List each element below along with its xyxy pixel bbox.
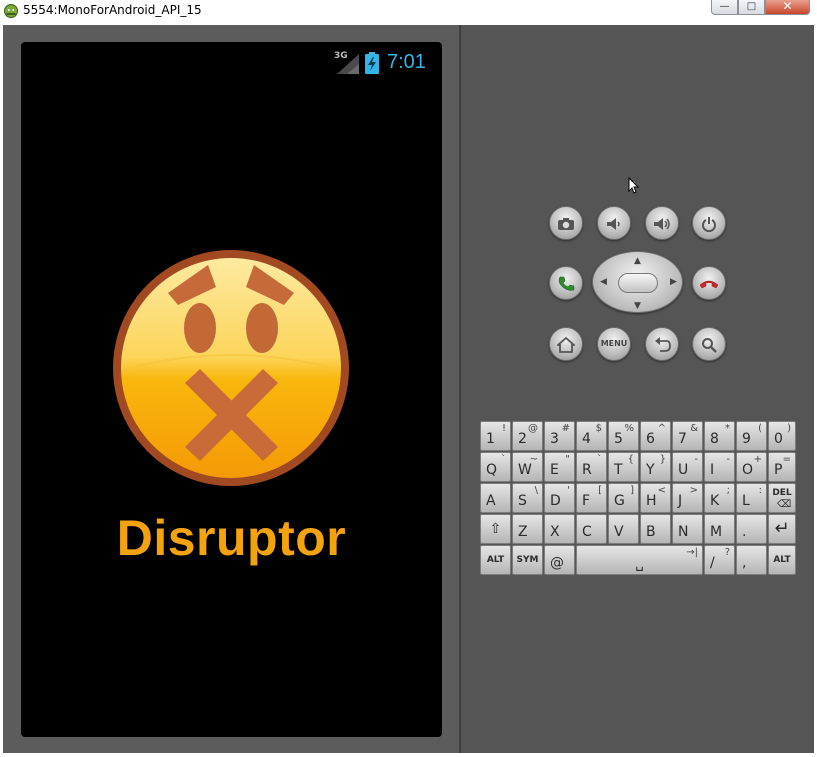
key-z[interactable]: Z	[512, 514, 543, 544]
dpad-down-icon[interactable]: ▼	[634, 301, 641, 311]
key-q[interactable]: Q `	[480, 452, 511, 482]
key-9[interactable]: 9(	[736, 421, 767, 451]
menu-button[interactable]: MENU	[597, 327, 631, 361]
key-period[interactable]: .	[736, 514, 767, 544]
key-t[interactable]: T{	[608, 452, 639, 482]
volume-up-icon	[654, 218, 670, 230]
key-a[interactable]: A	[480, 483, 511, 513]
key-e[interactable]: E "	[544, 452, 575, 482]
key-7[interactable]: 7 &	[672, 421, 703, 451]
android-emulator-icon	[4, 4, 18, 18]
window-title: 5554:MonoForAndroid_API_15	[23, 3, 202, 17]
key-r[interactable]: R `	[576, 452, 607, 482]
key-sym[interactable]: SYM	[512, 545, 543, 575]
key-space[interactable]: →| ␣	[576, 545, 703, 575]
key-3[interactable]: 3 #	[544, 421, 575, 451]
key-f[interactable]: F[	[576, 483, 607, 513]
home-icon	[555, 336, 577, 353]
app-title: Disruptor	[116, 510, 347, 566]
status-clock: 7:01	[387, 51, 426, 73]
network-type-label: 3G	[334, 51, 348, 61]
back-button[interactable]	[645, 327, 679, 361]
end-call-icon	[699, 280, 719, 289]
emulator-window: 5554:MonoForAndroid_API_15 — □ ✕ 3G 7:01…	[0, 0, 817, 757]
key-u[interactable]: U-	[672, 452, 703, 482]
back-icon	[655, 337, 671, 352]
key-x[interactable]: X	[544, 514, 575, 544]
key-g[interactable]: G]	[608, 483, 639, 513]
call-button[interactable]	[549, 266, 583, 300]
key-w[interactable]: W ~	[512, 452, 543, 482]
key-s[interactable]: S \	[512, 483, 543, 513]
hardware-keyboard: 1! 2 @ 3 # 4 $ 5% 6 ^ 7 & 8 * 9( 0) Q ` W ~ E " R…	[480, 421, 796, 576]
dpad-right-icon[interactable]: ▶	[670, 277, 677, 287]
shift-icon: ⇧	[489, 521, 502, 537]
power-icon	[702, 217, 716, 233]
close-button[interactable]: ✕	[765, 0, 810, 15]
camera-icon	[558, 218, 574, 230]
home-button[interactable]	[549, 327, 583, 361]
emulator-skin: 3G 7:01 Disruptor ▲ ▼ ◀ ▶ MENU 1 ! 2 @ 3…	[3, 25, 814, 753]
key-shift[interactable]: ⇧	[480, 514, 511, 544]
key-0[interactable]: 0)	[768, 421, 796, 451]
key-l[interactable]: L:	[736, 483, 767, 513]
search-icon	[702, 338, 717, 353]
key-1[interactable]: 1!	[480, 421, 511, 451]
key-d[interactable]: D '	[544, 483, 575, 513]
key-k[interactable]: K;	[704, 483, 735, 513]
power-button[interactable]	[692, 206, 726, 240]
key-slash[interactable]: /?	[704, 545, 735, 575]
key-alt-right[interactable]: ALT	[768, 545, 796, 575]
dpad[interactable]: ▲ ▼ ◀ ▶	[592, 251, 683, 313]
key-comma[interactable]: ,	[736, 545, 767, 575]
key-h[interactable]: H <	[640, 483, 671, 513]
key-y[interactable]: Y}	[640, 452, 671, 482]
key-m[interactable]: M	[704, 514, 735, 544]
key-alt-left[interactable]: ALT	[480, 545, 511, 575]
call-icon	[558, 276, 575, 291]
enter-icon: ↵	[774, 518, 790, 539]
key-c[interactable]: C	[576, 514, 607, 544]
key-i[interactable]: I-	[704, 452, 735, 482]
divider	[459, 25, 461, 753]
key-8[interactable]: 8 *	[704, 421, 735, 451]
mouse-cursor-icon	[628, 177, 640, 194]
camera-button[interactable]	[549, 206, 583, 240]
key-o[interactable]: O +	[736, 452, 767, 482]
status-bar: 3G 7:01	[21, 42, 442, 84]
device-screen[interactable]: 3G 7:01 Disruptor	[21, 42, 442, 737]
minimize-button[interactable]: —	[711, 0, 738, 15]
key-at[interactable]: @	[544, 545, 575, 575]
key-2[interactable]: 2 @	[512, 421, 543, 451]
key-p[interactable]: P =	[768, 452, 796, 482]
key-j[interactable]: J >	[672, 483, 703, 513]
dpad-center-button[interactable]	[618, 273, 658, 293]
key-6[interactable]: 6 ^	[640, 421, 671, 451]
maximize-button[interactable]: □	[738, 0, 765, 15]
volume-up-button[interactable]	[645, 206, 679, 240]
end-call-button[interactable]	[692, 266, 726, 300]
key-b[interactable]: B	[640, 514, 671, 544]
volume-down-button[interactable]	[597, 206, 631, 240]
dpad-left-icon[interactable]: ◀	[600, 277, 607, 287]
dpad-up-icon[interactable]: ▲	[634, 256, 641, 266]
backspace-icon: ⌫	[777, 499, 792, 510]
search-button[interactable]	[692, 327, 726, 361]
key-n[interactable]: N	[672, 514, 703, 544]
key-enter[interactable]: ↵	[768, 514, 796, 544]
x-mouth-emoji-icon	[113, 250, 349, 486]
title-bar: 5554:MonoForAndroid_API_15 — □ ✕	[0, 0, 817, 22]
key-del[interactable]: DEL ⌫	[768, 483, 796, 513]
volume-down-icon	[607, 218, 620, 230]
screen-bezel: 3G 7:01 Disruptor	[3, 25, 459, 753]
battery-icon	[365, 52, 379, 74]
key-5[interactable]: 5%	[608, 421, 639, 451]
key-4[interactable]: 4 $	[576, 421, 607, 451]
key-v[interactable]: V	[608, 514, 639, 544]
